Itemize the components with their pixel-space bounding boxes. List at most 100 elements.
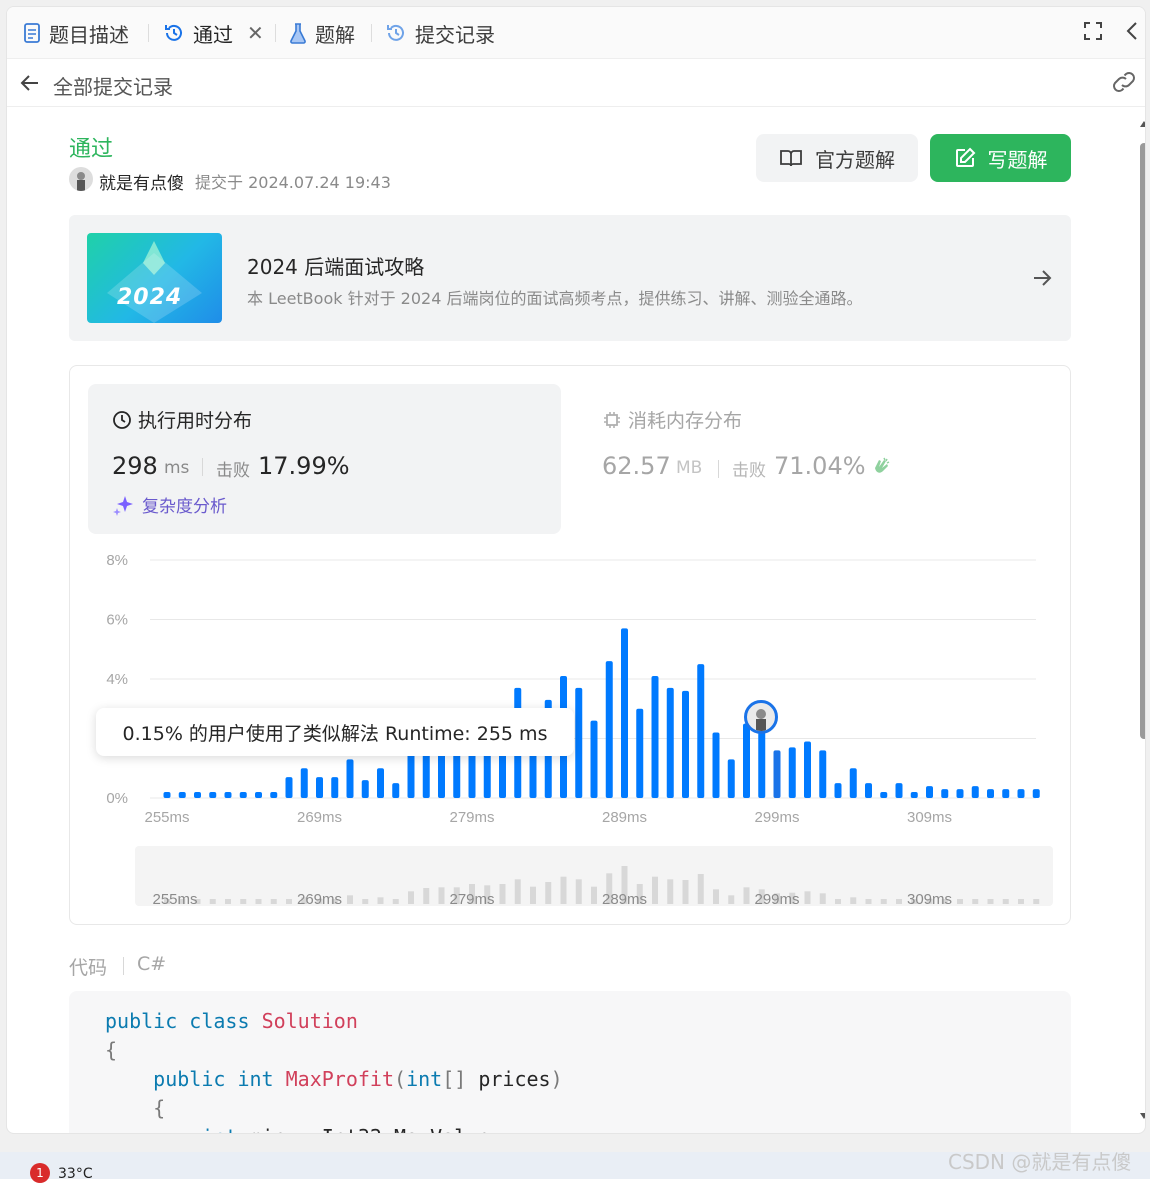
overview-bar xyxy=(377,897,384,904)
tab-label: 题解 xyxy=(315,22,355,47)
chart-bar xyxy=(1032,789,1040,798)
arrow-left-icon[interactable] xyxy=(19,72,41,94)
overview-bar xyxy=(209,899,216,904)
tab-label: 通过 xyxy=(193,22,233,47)
overview-bar xyxy=(972,899,979,904)
banner-description: 本 LeetBook 针对于 2024 后端岗位的面试高频考点，提供练习、讲解、… xyxy=(247,289,863,308)
chevron-left-icon[interactable] xyxy=(1125,21,1139,41)
code-token: Solution xyxy=(261,1009,358,1033)
tab-bar: 题目描述 通过 ✕ 题解 提交记录 xyxy=(7,7,1145,59)
chart-bar xyxy=(392,783,400,798)
fullscreen-icon[interactable] xyxy=(1083,21,1103,41)
complexity-label: 复杂度分析 xyxy=(142,497,227,517)
chart-bar xyxy=(834,783,842,798)
submission-panel: 题目描述 通过 ✕ 题解 提交记录 全部提交记录 通过 就是有点傻 提交于 20… xyxy=(6,6,1146,1134)
chart-bar xyxy=(697,664,705,798)
code-line: { xyxy=(105,1096,165,1120)
code-token: { xyxy=(105,1038,118,1062)
tab-submissions[interactable]: 提交记录 xyxy=(385,17,495,49)
overview-bar xyxy=(880,899,887,904)
history-icon xyxy=(165,24,182,41)
y-tick-label: 0% xyxy=(106,790,128,807)
overview-bar xyxy=(347,895,353,904)
memory-label-row[interactable]: 消耗内存分布 xyxy=(602,406,742,433)
chart-bar xyxy=(804,741,811,798)
code-token: { xyxy=(153,1096,166,1120)
flask-icon xyxy=(290,23,306,44)
runtime-unit: ms xyxy=(164,458,190,478)
chart-bar xyxy=(849,768,857,798)
chart-bar xyxy=(605,661,613,798)
overview-bar xyxy=(850,897,857,904)
notification-badge[interactable]: 1 xyxy=(30,1163,50,1183)
avatar[interactable] xyxy=(69,167,93,191)
scroll-up-icon[interactable] xyxy=(1139,119,1146,129)
overview-bar xyxy=(713,889,719,904)
banner-image: 2024 xyxy=(87,233,222,323)
overview-bar xyxy=(1033,899,1040,904)
scroll-down-icon[interactable] xyxy=(1139,1111,1146,1121)
author-name[interactable]: 就是有点傻 xyxy=(99,169,184,194)
chart-bar xyxy=(239,792,247,798)
chart-bar xyxy=(377,768,384,798)
overview-bar xyxy=(987,899,994,904)
code-block[interactable]: public class Solution { public int MaxPro… xyxy=(69,991,1071,1133)
chart-bar xyxy=(773,750,781,798)
chart-bar xyxy=(788,747,796,798)
chart-bar xyxy=(178,792,186,798)
chart-bar xyxy=(666,687,674,798)
chart-bar xyxy=(941,789,949,798)
complexity-analysis-link[interactable]: 复杂度分析 xyxy=(112,492,227,517)
chart-bar xyxy=(255,792,262,798)
all-submissions-title[interactable]: 全部提交记录 xyxy=(53,71,173,100)
tab-divider xyxy=(148,24,149,42)
chart-bar xyxy=(194,792,201,798)
tab-description[interactable]: 题目描述 xyxy=(23,17,129,49)
chart-bar xyxy=(971,786,979,798)
overview-bar xyxy=(835,899,841,904)
edit-icon xyxy=(955,147,975,167)
chart-bar xyxy=(575,687,583,798)
memory-label: 消耗内存分布 xyxy=(628,410,743,432)
chart-bar xyxy=(1002,789,1010,798)
overview-bar xyxy=(1018,899,1024,904)
overview-bar xyxy=(286,899,292,904)
book-icon xyxy=(780,150,802,167)
overview-bar xyxy=(804,891,811,904)
close-icon[interactable]: ✕ xyxy=(247,21,264,45)
overview-bar xyxy=(438,887,445,904)
y-tick-label: 6% xyxy=(106,612,128,629)
chart-bar xyxy=(895,783,903,798)
chart-bar xyxy=(224,792,232,798)
tab-accepted[interactable]: 通过 ✕ xyxy=(163,17,264,49)
write-solution-button[interactable]: 写题解 xyxy=(930,134,1071,182)
link-icon[interactable] xyxy=(1111,71,1137,93)
chart-bar xyxy=(590,720,598,798)
overview-bar xyxy=(957,899,963,904)
overview-bar xyxy=(240,899,247,904)
tab-divider xyxy=(275,24,276,42)
overview-bar xyxy=(865,899,872,904)
leetbook-banner[interactable]: 2024 2024 后端面试攻略 本 LeetBook 针对于 2024 后端岗… xyxy=(69,215,1071,341)
submission-status: 通过 xyxy=(69,137,114,162)
scrollbar-thumb[interactable] xyxy=(1140,143,1145,739)
overview-bar xyxy=(896,899,902,904)
divider xyxy=(202,458,203,476)
official-solution-button[interactable]: 官方题解 xyxy=(756,134,918,182)
chart-bar xyxy=(956,789,964,798)
x-tick-label: 279ms xyxy=(449,809,494,826)
overview-bar xyxy=(392,899,399,904)
x-tick-label: 309ms xyxy=(907,809,952,826)
chart-bar xyxy=(819,750,827,798)
chart-bar xyxy=(270,792,278,798)
my-submission-avatar[interactable] xyxy=(744,700,778,734)
overview-bar xyxy=(499,884,506,904)
runtime-panel[interactable]: 执行用时分布 298 ms 击败 17.99% 复杂度分析 xyxy=(88,384,561,534)
tab-solutions[interactable]: 题解 xyxy=(289,17,355,49)
